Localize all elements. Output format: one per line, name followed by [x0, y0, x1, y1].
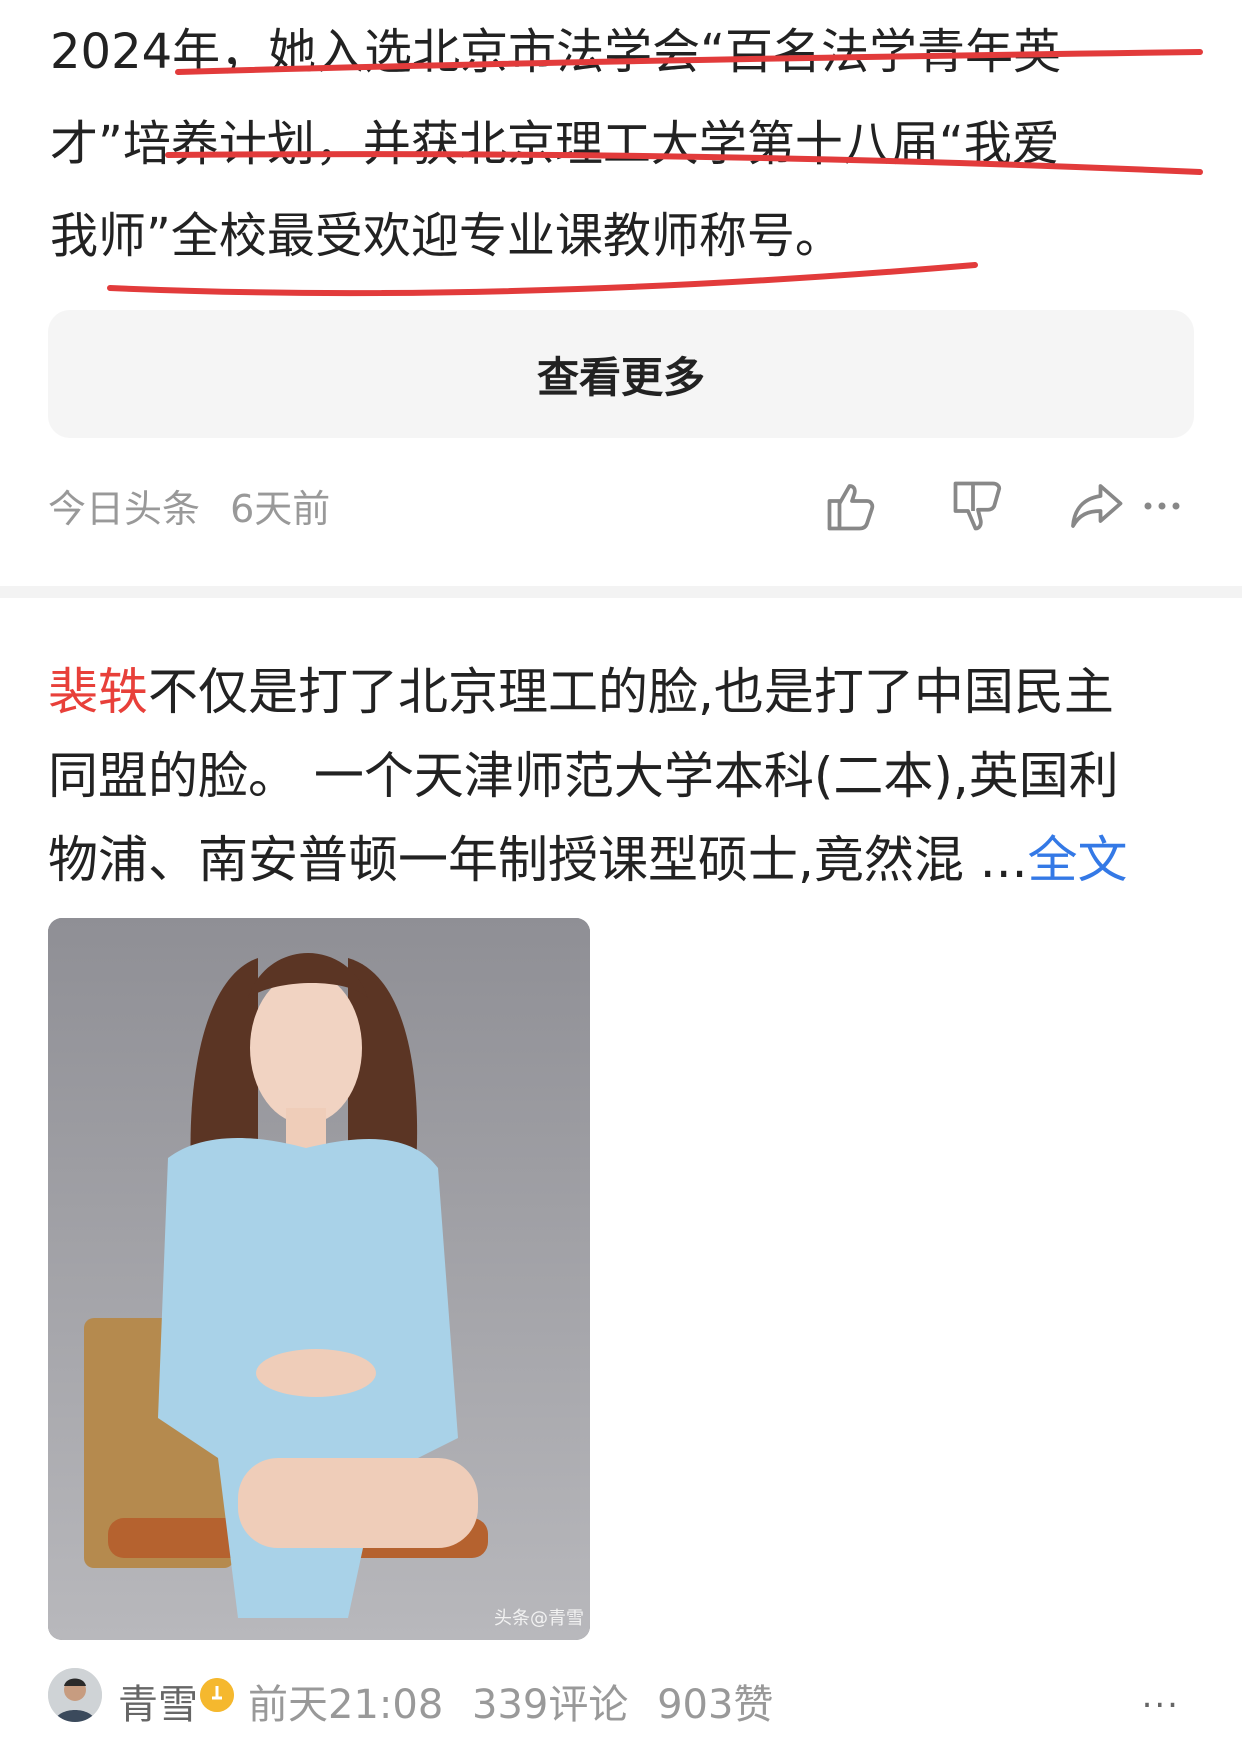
post-text-segment: 物浦、南安普顿一年制授课型硕士,竟然混 [48, 831, 964, 889]
read-full-text-link[interactable]: 全文 [1027, 831, 1127, 889]
view-more-button[interactable]: 查看更多 [48, 310, 1194, 438]
article-card: 2024年，她入选北京市法学会“百名法学青年英 才”培养计划，并获北京理工大学第… [0, 0, 1242, 586]
post-line: 物浦、南安普顿一年制授课型硕士,竟然混 ...全文 [48, 818, 1198, 902]
post-time: 前天21:08 [248, 1682, 444, 1728]
post-footer: 青雪 前天21:08 339评论 903赞 ... [48, 1666, 1198, 1728]
post-meta: 前天21:08 339评论 903赞 [248, 1672, 789, 1730]
post-line: 同盟的脸。 一个天津师范大学本科(二本),英国利 [48, 747, 1119, 805]
thumbs-down-icon[interactable] [948, 476, 1008, 536]
post-line: 裴轶不仅是打了北京理工的脸,也是打了中国民主 [48, 650, 1198, 734]
more-icon[interactable]: ... [1142, 1676, 1180, 1716]
like-count[interactable]: 903赞 [657, 1682, 773, 1728]
time-label: 6天前 [230, 487, 331, 531]
article-body-line: 我师”全校最受欢迎专业课教师称号。 [50, 208, 843, 264]
mention-highlight[interactable]: 裴轶 [48, 663, 148, 721]
avatar[interactable] [48, 1668, 102, 1722]
source-label: 今日头条 [48, 487, 201, 531]
post-card[interactable]: 裴轶不仅是打了北京理工的脸,也是打了中国民主 同盟的脸。 一个天津师范大学本科(… [0, 598, 1242, 1747]
share-icon[interactable] [1068, 476, 1128, 536]
ellipsis: ... [963, 831, 1028, 889]
portrait-photo [48, 918, 590, 1640]
thumbs-up-icon[interactable] [822, 476, 882, 536]
card-divider [0, 586, 1242, 598]
verified-badge-icon [200, 1678, 234, 1712]
post-text-segment: 不仅是打了北京理工的脸,也是打了中国民主 [148, 663, 1114, 721]
article-body: 2024年，她入选北京市法学会“百名法学青年英 才”培养计划，并获北京理工大学第… [50, 6, 1200, 282]
image-watermark: 头条@青雪 [494, 1608, 584, 1629]
article-body-line: 才”培养计划，并获北京理工大学第十八届“我爱 [50, 116, 1060, 172]
more-icon[interactable] [1142, 476, 1186, 536]
post-image[interactable]: 头条@青雪 [48, 918, 590, 1640]
post-body[interactable]: 裴轶不仅是打了北京理工的脸,也是打了中国民主 同盟的脸。 一个天津师范大学本科(… [48, 650, 1198, 902]
article-meta: 今日头条 6天前 [48, 478, 348, 533]
article-body-line: 2024年，她入选北京市法学会“百名法学青年英 [50, 24, 1062, 80]
comment-count[interactable]: 339评论 [472, 1682, 628, 1728]
author-name[interactable]: 青雪 [118, 1672, 198, 1730]
